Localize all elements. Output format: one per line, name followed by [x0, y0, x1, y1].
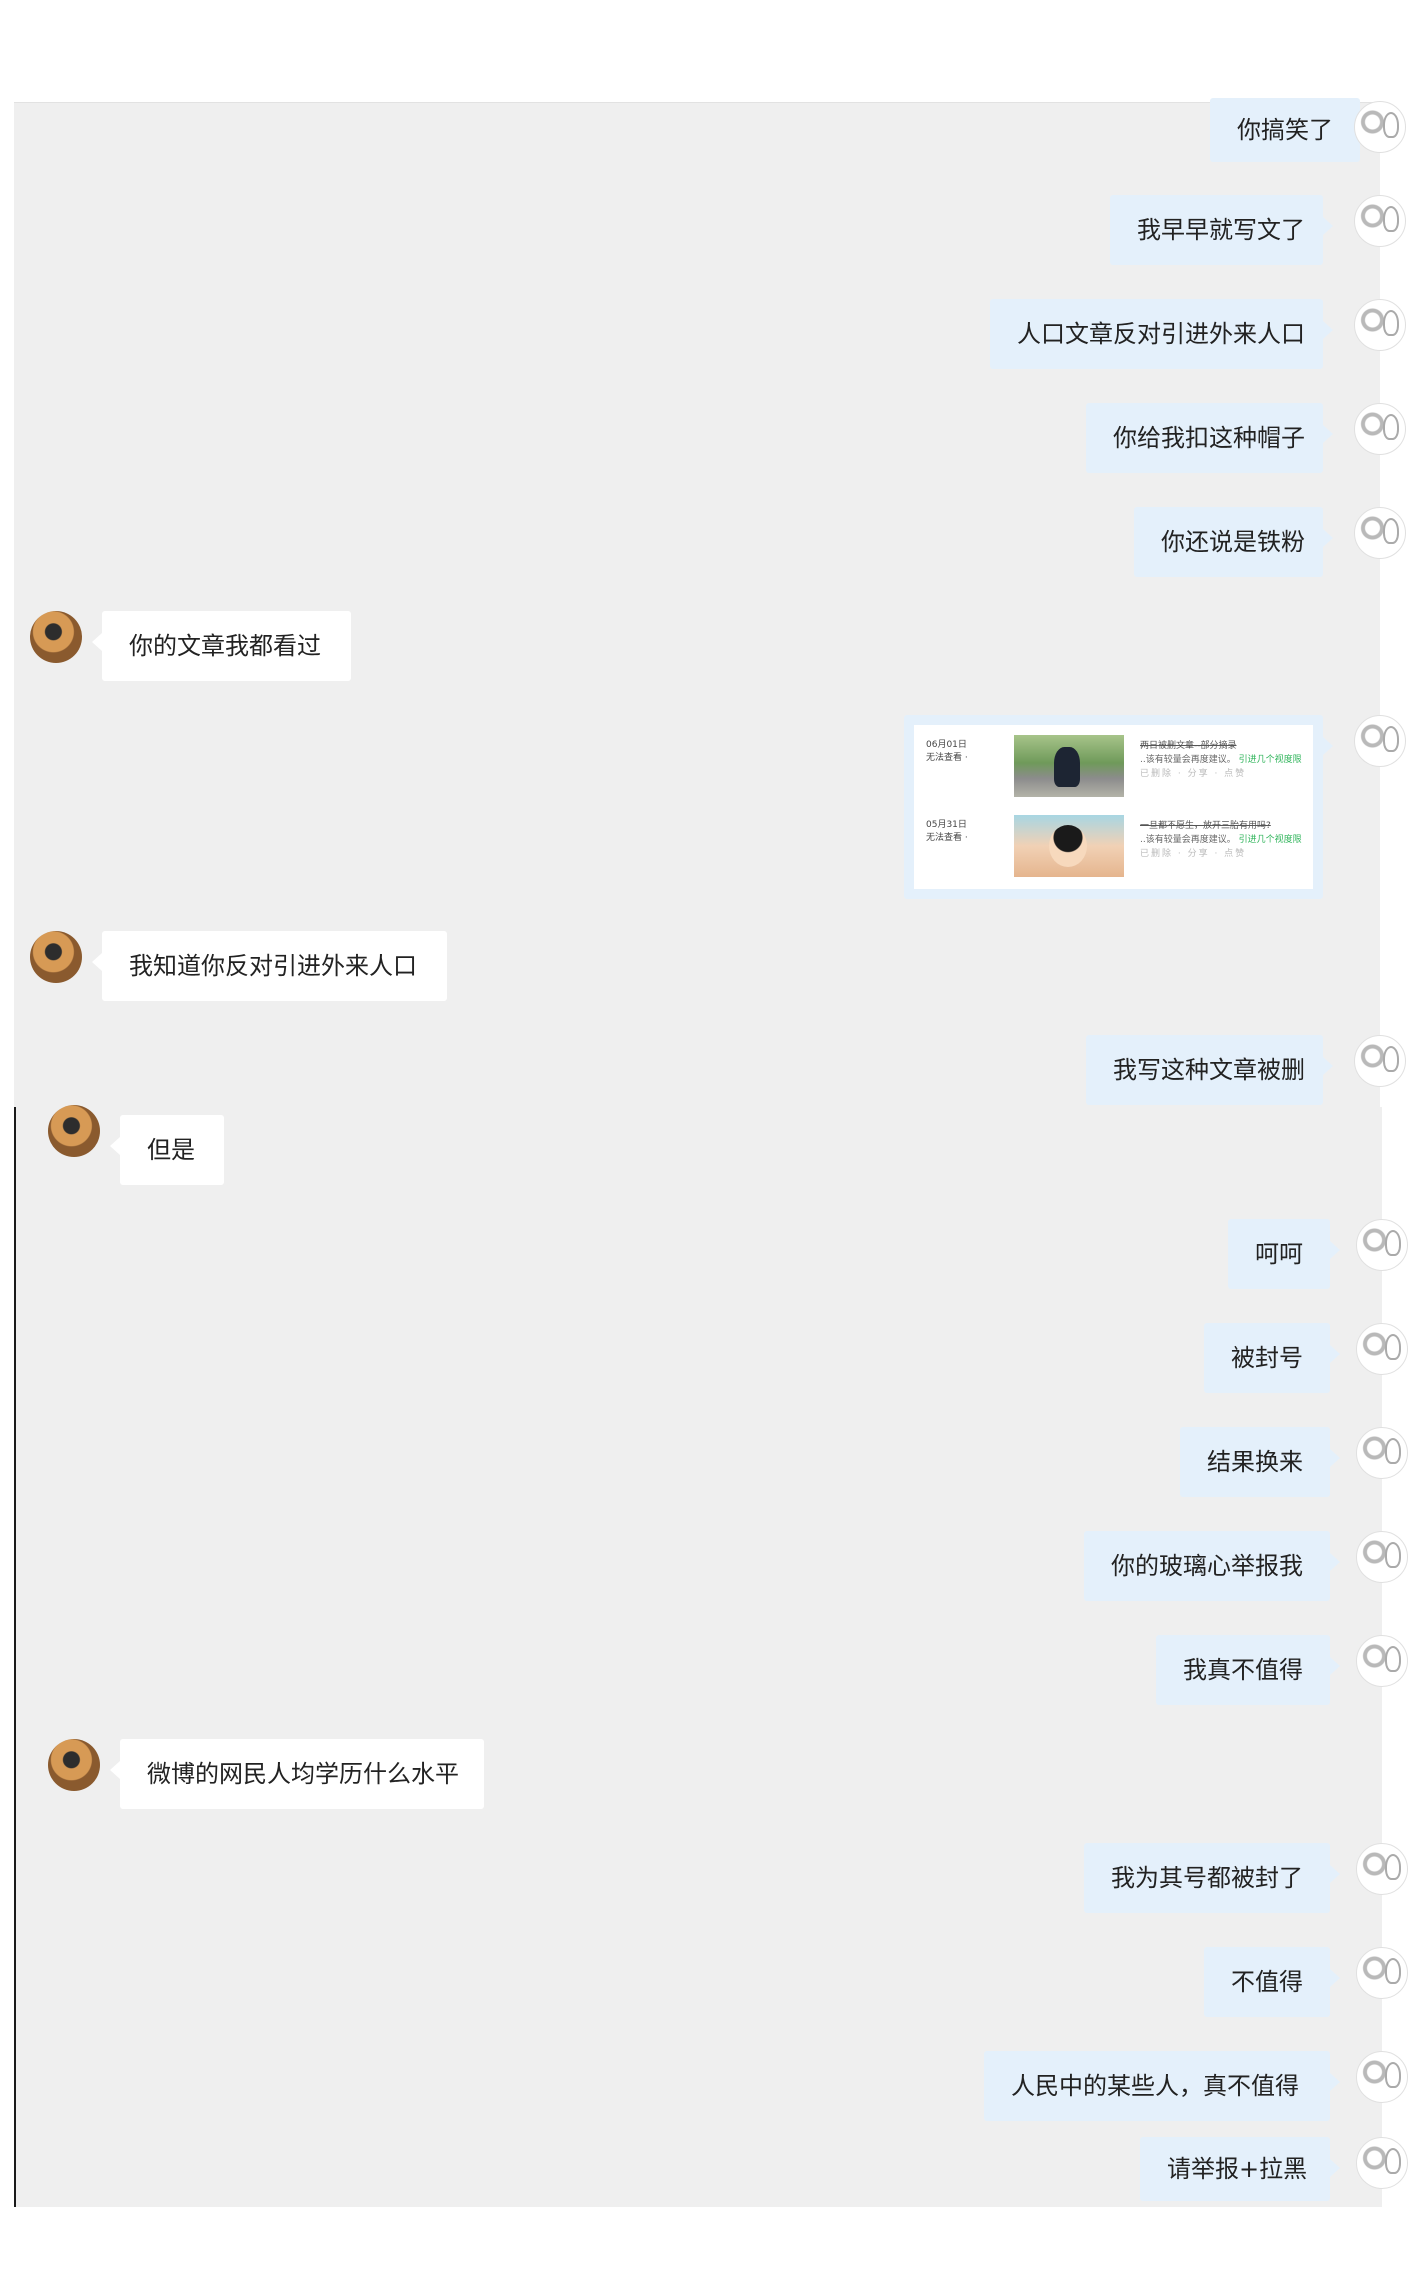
my-avatar[interactable]	[1356, 1323, 1408, 1375]
my-avatar[interactable]	[1356, 1219, 1408, 1271]
message-bubble-outgoing[interactable]: 你的玻璃心举报我	[1084, 1531, 1340, 1601]
message-text: 我早早就写文了	[1137, 216, 1305, 244]
contact-avatar[interactable]	[30, 611, 82, 663]
message-text: 我知道你反对引进外来人口	[129, 952, 417, 980]
my-avatar[interactable]	[1354, 299, 1406, 351]
message-text: 但是	[147, 1136, 195, 1164]
message-text: 你的文章我都看过	[129, 632, 321, 660]
message-bubble-outgoing[interactable]: 你还说是铁粉	[1134, 507, 1333, 577]
message-bubble-outgoing[interactable]: 我真不值得	[1156, 1635, 1340, 1705]
message-text: 你还说是铁粉	[1161, 528, 1305, 556]
image-article-row: 05月31日 无法查看 · 一旦都不愿生，放开三胎有用吗? ..该有较量会再度建…	[914, 809, 1313, 881]
message-text: 你给我扣这种帽子	[1113, 424, 1305, 452]
message-text: 不值得	[1231, 1968, 1303, 1996]
message-bubble-outgoing[interactable]: 结果换来	[1180, 1427, 1340, 1497]
my-avatar[interactable]	[1354, 715, 1406, 767]
my-avatar[interactable]	[1354, 101, 1406, 153]
my-avatar[interactable]	[1354, 507, 1406, 559]
message-text: 我真不值得	[1183, 1656, 1303, 1684]
message-bubble-outgoing[interactable]: 你搞笑了	[1210, 98, 1370, 162]
my-avatar[interactable]	[1356, 1531, 1408, 1583]
chat-panel-lower[interactable]: 但是 呵呵 被封号 结果换来 你的玻璃心举报我 我真不值得 微博的网民人均学历什…	[14, 1105, 1408, 2207]
message-text: 人民中的某些人，真不值得	[1011, 2072, 1299, 2100]
message-text: 被封号	[1231, 1344, 1303, 1372]
article-thumbnail	[1014, 735, 1124, 797]
message-bubble-outgoing[interactable]: 不值得	[1204, 1947, 1340, 2017]
message-text: 我写这种文章被删	[1113, 1056, 1305, 1084]
message-bubble-outgoing[interactable]: 请举报+拉黑	[1140, 2137, 1340, 2201]
contact-avatar[interactable]	[30, 931, 82, 983]
my-avatar[interactable]	[1356, 1427, 1408, 1479]
top-blank-area	[0, 0, 1422, 102]
my-avatar[interactable]	[1354, 195, 1406, 247]
shared-image[interactable]: 06月01日 无法查看 · 两日被删文章--部分摘录 ..该有较量会再度建议。 …	[914, 725, 1313, 889]
message-bubble-incoming[interactable]: 你的文章我都看过	[92, 611, 351, 681]
message-bubble-incoming[interactable]: 微博的网民人均学历什么水平	[110, 1739, 484, 1809]
message-text: 你搞笑了	[1237, 116, 1333, 144]
message-text: 我为其号都被封了	[1111, 1864, 1303, 1892]
message-text: 呵呵	[1255, 1240, 1303, 1268]
contact-avatar[interactable]	[48, 1739, 100, 1791]
my-avatar[interactable]	[1356, 1843, 1408, 1895]
my-avatar[interactable]	[1354, 403, 1406, 455]
my-avatar[interactable]	[1356, 1635, 1408, 1687]
article-date: 06月01日 无法查看 ·	[926, 740, 968, 763]
my-avatar[interactable]	[1354, 1035, 1406, 1087]
contact-avatar[interactable]	[48, 1105, 100, 1157]
message-bubble-incoming[interactable]: 我知道你反对引进外来人口	[92, 931, 447, 1001]
my-avatar[interactable]	[1356, 1947, 1408, 1999]
message-bubble-outgoing[interactable]: 被封号	[1204, 1323, 1340, 1393]
message-text: 微博的网民人均学历什么水平	[147, 1760, 459, 1788]
article-date: 05月31日 无法查看 ·	[926, 820, 968, 843]
article-thumbnail	[1014, 815, 1124, 877]
message-text: 你的玻璃心举报我	[1111, 1552, 1303, 1580]
shared-image-bubble[interactable]: 06月01日 无法查看 · 两日被删文章--部分摘录 ..该有较量会再度建议。 …	[904, 715, 1333, 899]
message-bubble-outgoing[interactable]: 人民中的某些人，真不值得	[984, 2051, 1340, 2121]
message-bubble-outgoing[interactable]: 人口文章反对引进外来人口	[990, 299, 1333, 369]
message-bubble-outgoing[interactable]: 我写这种文章被删	[1086, 1035, 1333, 1105]
article-info: 两日被删文章--部分摘录 ..该有较量会再度建议。 引进几个视度限 已删除 · …	[1140, 741, 1302, 779]
message-text: 人口文章反对引进外来人口	[1017, 320, 1305, 348]
my-avatar[interactable]	[1356, 2137, 1408, 2189]
image-article-row: 06月01日 无法查看 · 两日被删文章--部分摘录 ..该有较量会再度建议。 …	[914, 729, 1313, 801]
message-text: 结果换来	[1207, 1448, 1303, 1476]
message-bubble-outgoing[interactable]: 呵呵	[1228, 1219, 1340, 1289]
article-info: 一旦都不愿生，放开三胎有用吗? ..该有较量会再度建议。 引进几个视度限 已删除…	[1140, 821, 1302, 859]
message-bubble-outgoing[interactable]: 我早早就写文了	[1110, 195, 1333, 265]
my-avatar[interactable]	[1356, 2051, 1408, 2103]
message-bubble-outgoing[interactable]: 我为其号都被封了	[1084, 1843, 1340, 1913]
message-text: 请举报+拉黑	[1167, 2155, 1308, 2183]
message-bubble-incoming[interactable]: 但是	[110, 1115, 224, 1185]
chat-panel-upper[interactable]: 你搞笑了 我早早就写文了 人口文章反对引进外来人口 你给我扣这种帽子 你还说是铁…	[14, 98, 1406, 1108]
message-bubble-outgoing[interactable]: 你给我扣这种帽子	[1086, 403, 1333, 473]
